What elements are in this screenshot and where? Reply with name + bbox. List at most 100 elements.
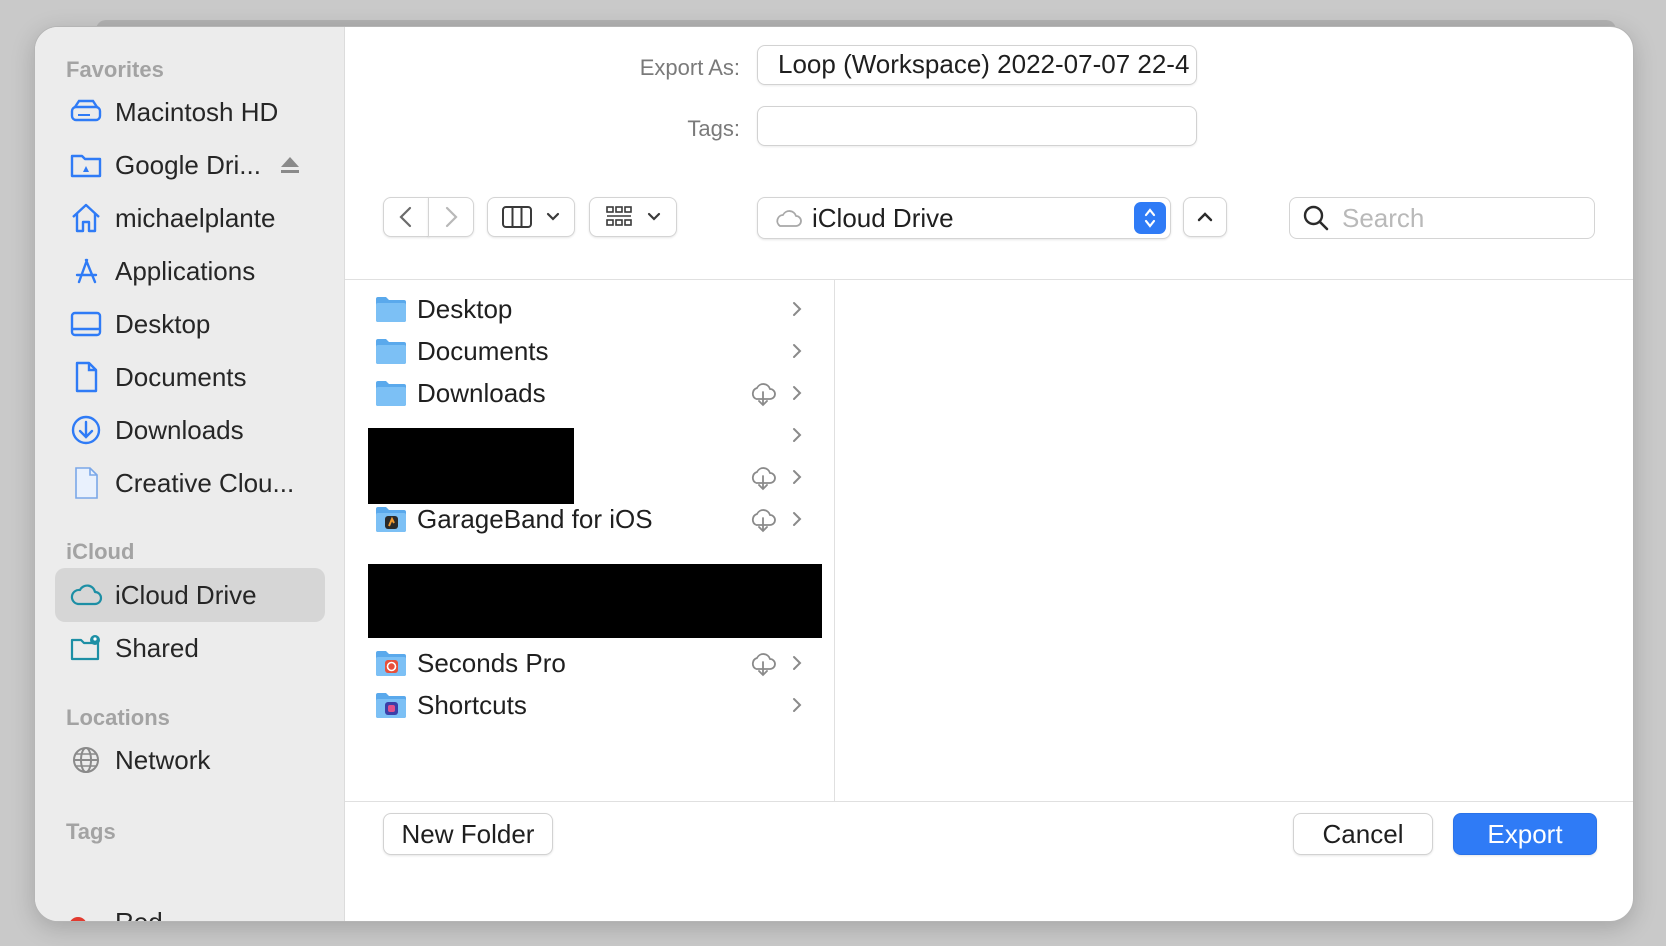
hard-drive-icon xyxy=(69,95,103,129)
chevron-up-icon xyxy=(1197,212,1213,222)
search-input[interactable] xyxy=(1342,202,1582,234)
cancel-button[interactable]: Cancel xyxy=(1293,813,1433,855)
redacted-block xyxy=(368,428,574,504)
export-dialog: Favorites Macintosh HD Google Dri... mic… xyxy=(34,26,1634,922)
sidebar-item-documents[interactable]: Documents xyxy=(55,350,325,404)
new-folder-button[interactable]: New Folder xyxy=(383,813,553,855)
cloud-icon xyxy=(69,578,103,612)
folder-icon xyxy=(375,295,407,323)
view-mode-button[interactable] xyxy=(487,197,575,237)
shortcuts-folder-icon xyxy=(375,691,407,719)
sidebar-item-downloads[interactable]: Downloads xyxy=(55,403,325,457)
cloud-icon xyxy=(776,210,802,227)
chevron-right-icon xyxy=(793,344,802,358)
sidebar-item-applications[interactable]: Applications xyxy=(55,244,325,298)
forward-button[interactable] xyxy=(428,197,474,237)
search-icon xyxy=(1303,205,1329,231)
cloud-download-icon[interactable] xyxy=(748,649,778,677)
sidebar-item-icloud-drive[interactable]: iCloud Drive xyxy=(55,568,325,622)
sidebar-item-shared[interactable]: Shared xyxy=(55,621,325,675)
column-view-icon xyxy=(502,206,532,228)
sidebar-section-favorites: Favorites xyxy=(66,57,164,82)
cloud-download-icon[interactable] xyxy=(748,505,778,533)
folder-icon xyxy=(375,337,407,365)
eject-icon[interactable] xyxy=(279,154,301,176)
cloud-download-icon[interactable] xyxy=(748,463,778,491)
sidebar-item-label: Documents xyxy=(115,361,247,392)
sidebar-section-icloud: iCloud xyxy=(66,539,135,564)
downloads-icon xyxy=(69,413,103,447)
browser-top-divider xyxy=(345,279,1633,280)
file-row-shortcuts[interactable]: Shortcuts xyxy=(375,683,820,727)
chevron-right-icon xyxy=(445,206,458,228)
group-by-button[interactable] xyxy=(589,197,677,237)
expand-collapse-button[interactable] xyxy=(1183,197,1227,237)
chevron-right-icon xyxy=(793,428,802,442)
sidebar-item-home[interactable]: michaelplante xyxy=(55,191,325,245)
home-icon xyxy=(69,201,103,235)
search-field[interactable] xyxy=(1289,197,1595,239)
tags-field[interactable] xyxy=(757,106,1197,146)
sidebar-item-label: iCloud Drive xyxy=(115,579,257,610)
browser-bottom-divider xyxy=(345,801,1633,802)
grid-view-icon xyxy=(606,206,632,226)
garageband-folder-icon xyxy=(375,505,407,533)
sidebar-item-label: michaelplante xyxy=(115,202,276,233)
chevron-down-icon xyxy=(546,212,560,221)
sidebar-item-network[interactable]: Network xyxy=(55,733,325,787)
file-name: Desktop xyxy=(417,293,513,324)
file-name: Shortcuts xyxy=(417,689,527,720)
file-row-garageband[interactable]: GarageBand for iOS xyxy=(375,497,820,541)
sidebar-item-google-drive[interactable]: Google Dri... xyxy=(55,138,325,192)
sidebar-item-label: Desktop xyxy=(115,308,211,339)
sidebar: Favorites Macintosh HD Google Dri... mic… xyxy=(35,27,345,921)
chevron-right-icon xyxy=(793,698,802,712)
export-button[interactable]: Export xyxy=(1453,813,1597,855)
export-as-field[interactable]: Loop (Workspace) 2022-07-07 22-4 xyxy=(757,45,1197,85)
file-name: Documents xyxy=(417,335,549,366)
sidebar-item-label: Macintosh HD xyxy=(115,96,279,127)
sidebar-item-label: Applications xyxy=(115,255,256,286)
file-row-desktop[interactable]: Desktop xyxy=(375,287,820,331)
sidebar-item-label: Creative Clou... xyxy=(115,467,295,498)
sidebar-item-label: Downloads xyxy=(115,414,244,445)
sidebar-section-tags: Tags xyxy=(66,819,116,844)
cloud-download-icon[interactable] xyxy=(748,379,778,407)
chevron-right-icon xyxy=(793,656,802,670)
tags-label: Tags: xyxy=(687,116,740,141)
file-name: Downloads xyxy=(417,377,546,408)
back-button[interactable] xyxy=(383,197,429,237)
sidebar-item-label: Google Dri... xyxy=(115,149,261,180)
chevron-down-icon xyxy=(647,212,661,221)
file-row-downloads[interactable]: Downloads xyxy=(375,371,820,415)
file-row-seconds-pro[interactable]: Seconds Pro xyxy=(375,641,820,685)
seconds-pro-folder-icon xyxy=(375,649,407,677)
sidebar-item-label: Network xyxy=(115,744,211,775)
location-label: iCloud Drive xyxy=(812,202,954,233)
chevron-right-icon xyxy=(793,302,802,316)
applications-icon xyxy=(69,254,103,288)
chevron-right-icon xyxy=(793,470,802,484)
desktop-icon xyxy=(69,307,103,341)
sidebar-item-desktop[interactable]: Desktop xyxy=(55,297,325,351)
file-name: GarageBand for iOS xyxy=(417,503,653,534)
sidebar-item-label: Shared xyxy=(115,632,199,663)
chevron-right-icon xyxy=(793,386,802,400)
column-divider[interactable] xyxy=(834,280,835,801)
document-icon xyxy=(69,360,103,394)
file-name: Seconds Pro xyxy=(417,647,566,678)
export-as-label: Export As: xyxy=(639,55,740,80)
sidebar-item-macintosh-hd[interactable]: Macintosh HD xyxy=(55,85,325,139)
location-popup[interactable]: iCloud Drive xyxy=(757,197,1171,239)
file-row-documents[interactable]: Documents xyxy=(375,329,820,373)
globe-icon xyxy=(69,743,103,777)
sidebar-item-creative-cloud[interactable]: Creative Clou... xyxy=(55,456,325,510)
updown-chevron-icon xyxy=(1134,202,1166,234)
folder-icon xyxy=(375,379,407,407)
google-drive-folder-icon xyxy=(69,148,103,182)
sidebar-item-tag-red[interactable]: Red xyxy=(115,907,163,921)
chevron-right-icon xyxy=(793,512,802,526)
chevron-left-icon xyxy=(399,206,412,228)
tag-red-dot xyxy=(69,917,87,921)
file-icon xyxy=(69,466,103,500)
